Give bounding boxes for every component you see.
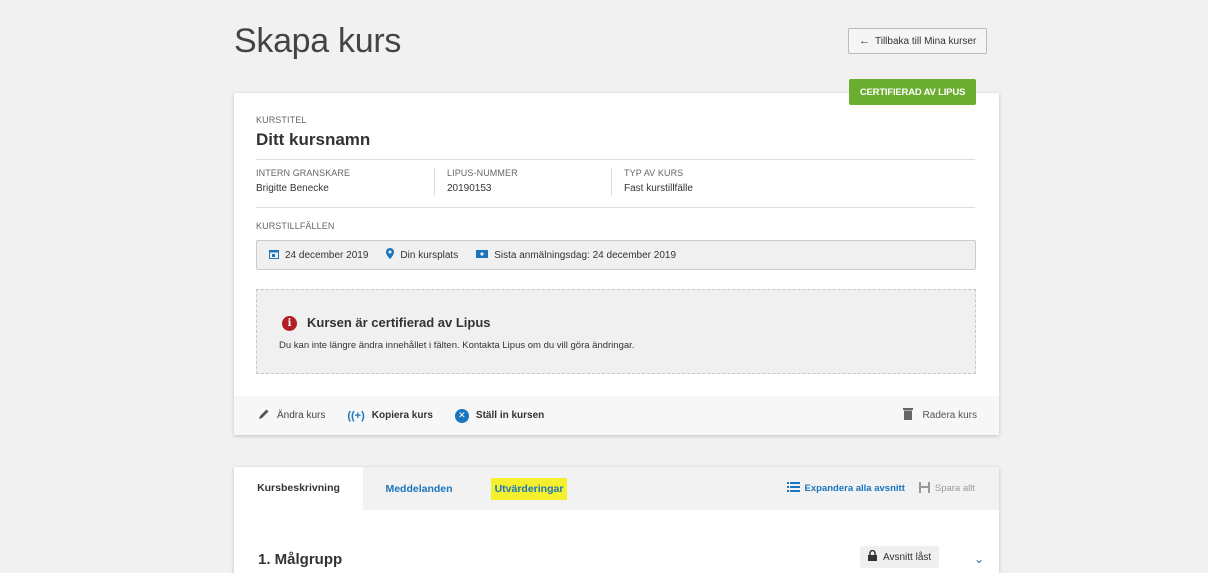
notice-text: Du kan inte längre ändra innehållet i fä… [279,340,635,351]
pencil-icon [258,408,270,423]
course-content-card: Kursbeskrivning Meddelanden Utvärderinga… [234,467,999,573]
occasion-date: 24 december 2019 [285,249,369,261]
expand-all-button[interactable]: Expandera alla avsnitt [786,482,905,495]
save-icon [918,481,930,496]
occasion-deadline: Sista anmälningsdag: 24 december 2019 [494,249,677,261]
save-all-label: Spara allt [934,483,975,494]
meta-value: 20190153 [447,183,492,194]
course-actions-bar: Ändra kurs ((+) Kopiera kurs ✕ Ställ in … [234,396,999,435]
meta-separator [611,168,612,196]
meta-value: Brigitte Benecke [256,183,329,194]
meta-separator [434,168,435,196]
tab-bar: Kursbeskrivning Meddelanden Utvärderinga… [234,467,999,510]
meta-lipus-number: LIPUS-NUMMER 20190153 [447,168,518,194]
notice-title: Kursen är certifierad av Lipus [307,315,491,330]
occasion-place: Din kursplats [400,249,459,261]
course-title-label: KURSTITEL [256,115,307,125]
occasions-label: KURSTILLFÄLLEN [256,221,335,231]
lock-icon [868,549,877,564]
course-card: KURSTITEL Ditt kursnamn INTERN GRANSKARE… [234,93,999,435]
edit-course-button[interactable]: Ändra kurs [258,408,325,423]
info-icon: i [282,316,297,331]
occasion-row[interactable]: 24 december 2019 Din kursplats Sista anm… [256,240,976,270]
cancel-course-label: Ställ in kursen [475,410,545,421]
arrow-left-icon: ← [859,35,870,47]
close-circle-icon: ✕ [454,408,469,423]
back-button[interactable]: ← Tillbaka till Mina kurser [848,28,988,54]
save-all-button[interactable]: Spara allt [918,481,975,496]
divider [256,207,975,208]
page-title: Skapa kurs [234,22,402,60]
meta-course-type: TYP AV KURS Fast kurstillfälle [624,168,693,194]
section-title: 1. Målgrupp [258,551,343,568]
cancel-course-button[interactable]: ✕ Ställ in kursen [454,408,545,423]
tab-actions: Expandera alla avsnitt Spara allt [786,467,975,510]
course-title: Ditt kursnamn [256,130,371,149]
delete-course-button[interactable]: Radera kurs [902,408,977,423]
back-button-label: Tillbaka till Mina kurser [875,35,977,47]
tab-utvarderingar[interactable]: Utvärderingar [484,467,574,510]
meta-label: TYP AV KURS [624,168,684,178]
certified-badge: CERTIFIERAD AV LIPUS [849,79,976,105]
meta-label: LIPUS-NUMMER [447,168,518,178]
list-icon [786,482,800,495]
section-locked-badge: Avsnitt låst [860,546,940,568]
delete-course-label: Radera kurs [922,410,977,421]
tab-kursbeskrivning[interactable]: Kursbeskrivning [234,467,363,510]
tab-utvarderingar-label: Utvärderingar [490,477,568,500]
meta-reviewer: INTERN GRANSKARE Brigitte Benecke [256,168,350,194]
trash-icon [902,408,913,423]
copy-course-label: Kopiera kurs [371,410,433,421]
copy-course-button[interactable]: ((+) Kopiera kurs [347,410,433,422]
edit-course-label: Ändra kurs [277,410,326,421]
meta-label: INTERN GRANSKARE [256,168,351,178]
certified-notice: i Kursen är certifierad av Lipus Du kan … [256,289,976,374]
map-pin-icon [386,248,395,262]
calendar-icon [269,249,279,262]
section-locked-label: Avsnitt låst [883,551,932,563]
divider [256,159,975,160]
expand-all-label: Expandera alla avsnitt [804,483,905,494]
chevron-down-icon[interactable]: ⌄ [974,552,984,566]
tab-meddelanden[interactable]: Meddelanden [363,467,475,510]
ticket-icon [476,249,489,261]
copy-plus-icon: ((+) [347,409,365,422]
meta-value: Fast kurstillfälle [624,183,693,194]
